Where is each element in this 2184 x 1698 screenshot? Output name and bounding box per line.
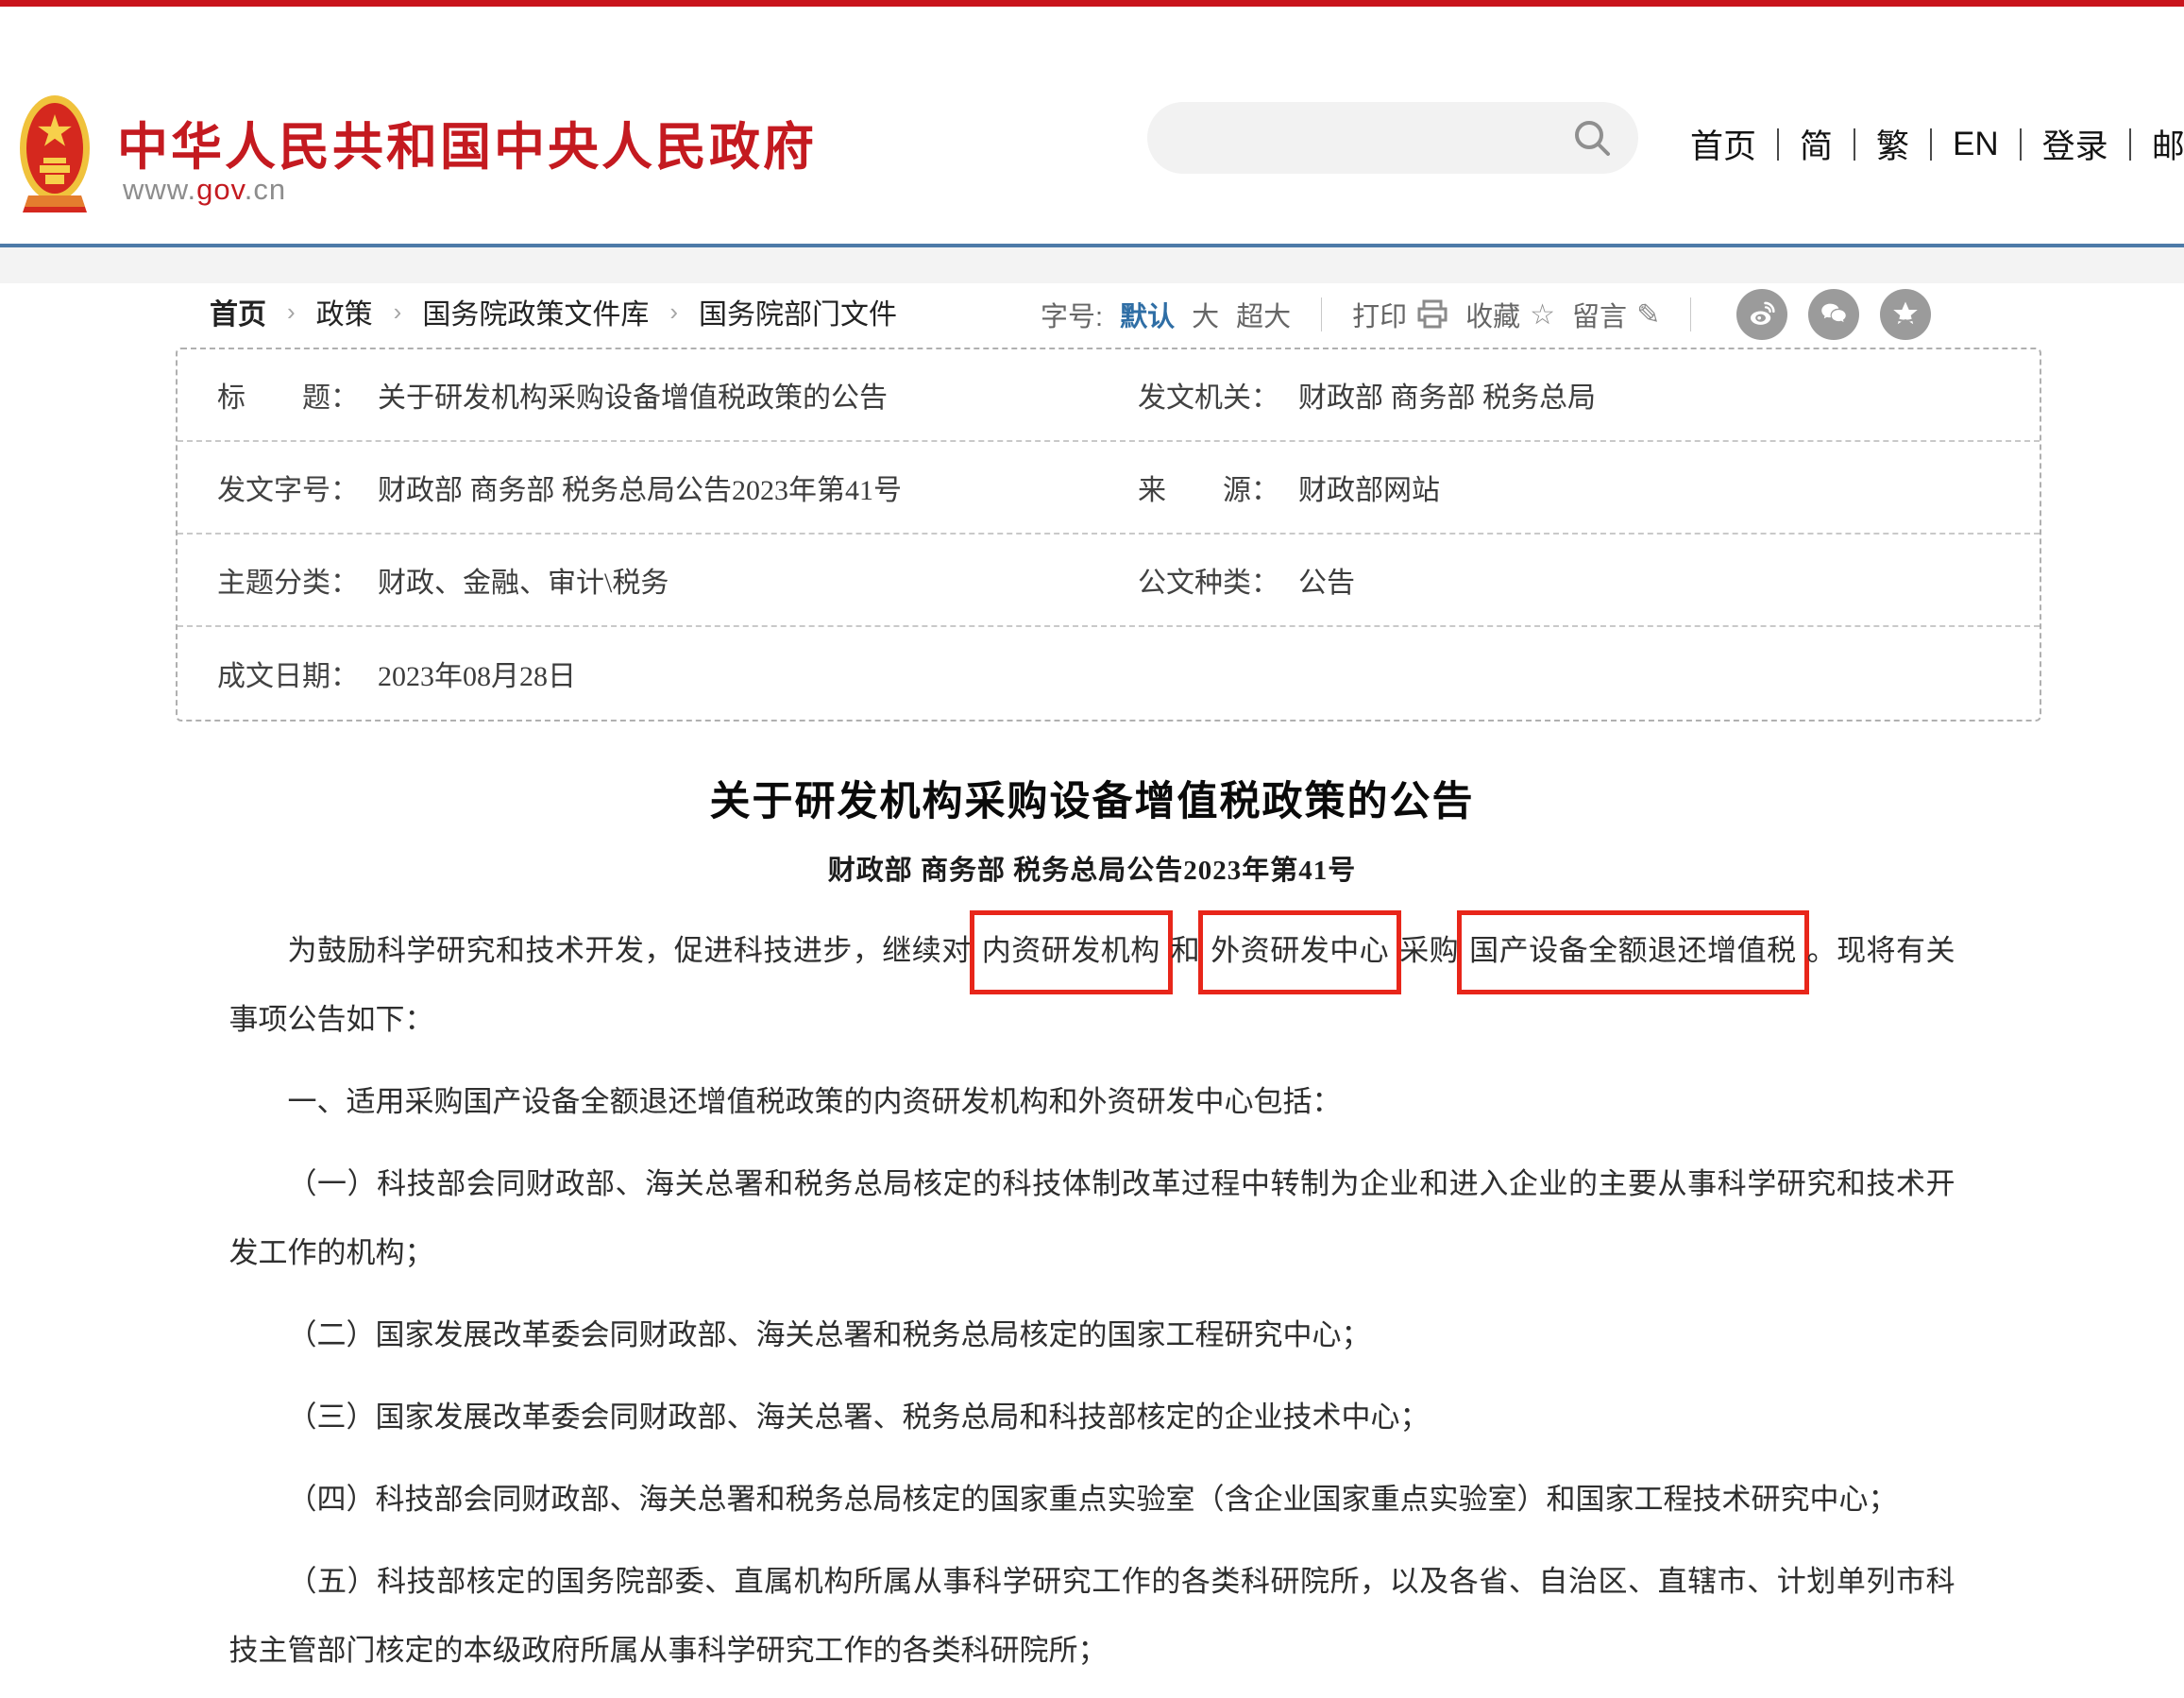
nav-item-traditional[interactable]: 繁	[1855, 120, 1930, 168]
meta-row-date: 成文日期： 2023年08月28日	[178, 627, 2040, 720]
font-size-label: 字号:	[1041, 295, 1103, 334]
meta-label-date: 成文日期：	[217, 653, 359, 694]
highlight-vat-refund: 国产设备全额退还增值税	[1457, 910, 1808, 994]
meta-value-date: 2023年08月28日	[378, 653, 576, 694]
star-icon: ☆	[1530, 298, 1555, 331]
font-size-xlarge-button[interactable]: 超大	[1236, 295, 1291, 334]
meta-row-title: 标 题： 关于研发机构采购设备增值税政策的公告 发文机关： 财政部 商务部 税务…	[178, 349, 2040, 442]
body-paragraph-6: （五）科技部核定的国务院部委、直属机构所属从事科学研究工作的各类科研院所，以及各…	[229, 1547, 1955, 1685]
toolbar-separator	[1690, 297, 1691, 331]
qzone-icon[interactable]	[1880, 289, 1931, 340]
meta-label-doc-type: 公文种类：	[1138, 559, 1279, 601]
nav-item-simplified[interactable]: 简	[1779, 120, 1854, 168]
document-subtitle: 财政部 商务部 税务总局公告2023年第41号	[0, 848, 2184, 888]
document-body: 为鼓励科学研究和技术开发，促进科技进步，继续对内资研发机构和外资研发中心采购国产…	[229, 916, 1955, 1685]
national-emblem-icon	[19, 93, 91, 224]
chevron-right-icon: ›	[287, 297, 296, 327]
font-size-default-button[interactable]: 默认	[1120, 295, 1175, 334]
print-button[interactable]: 打印	[1352, 295, 1448, 334]
site-url-gov: gov	[196, 173, 245, 206]
share-icons-group	[1736, 289, 1931, 340]
meta-label-title: 标 题：	[217, 374, 359, 416]
breadcrumb-toolbar-row: 首页 › 政策 › 国务院政策文件库 › 国务院部门文件 字号: 默认 大 超大…	[0, 280, 2184, 338]
nav-item-english[interactable]: EN	[1932, 126, 2020, 163]
search-icon[interactable]	[1570, 116, 1614, 160]
document-toolbar: 字号: 默认 大 超大 打印 收藏 ☆ 留言 ✎	[1041, 289, 1931, 340]
body-paragraph-3: （二）国家发展改革委会同财政部、海关总署和税务总局核定的国家工程研究中心；	[229, 1300, 1955, 1369]
font-size-large-button[interactable]: 大	[1192, 295, 1219, 334]
intro-text: 采购	[1399, 934, 1459, 967]
weibo-icon[interactable]	[1736, 289, 1787, 340]
breadcrumb-item-policy-library[interactable]: 国务院政策文件库	[422, 291, 649, 332]
meta-label-issuing-agency: 发文机关：	[1138, 374, 1279, 416]
top-nav: 首页 简 繁 EN 登录 邮箱	[1669, 120, 2184, 168]
nav-item-login[interactable]: 登录	[2022, 120, 2129, 168]
meta-value-doc-type: 公告	[1298, 559, 1355, 601]
intro-paragraph: 为鼓励科学研究和技术开发，促进科技进步，继续对内资研发机构和外资研发中心采购国产…	[229, 916, 1955, 1054]
meta-value-category: 财政、金融、审计\税务	[378, 559, 669, 601]
comment-button[interactable]: 留言 ✎	[1572, 295, 1660, 334]
nav-item-home[interactable]: 首页	[1669, 120, 1777, 168]
article: 关于研发机构采购设备增值税政策的公告 财政部 商务部 税务总局公告2023年第4…	[0, 756, 2184, 1698]
top-red-bar	[0, 0, 2184, 7]
highlight-foreign-rd-centers: 外资研发中心	[1198, 910, 1401, 994]
printer-icon	[1416, 299, 1448, 330]
highlight-domestic-rd-institutions: 内资研发机构	[970, 910, 1173, 994]
breadcrumb-item-policy[interactable]: 政策	[316, 291, 373, 332]
site-url: www.gov.cn	[123, 173, 286, 207]
print-label: 打印	[1352, 295, 1407, 334]
site-title: 中华人民共和国中央人民政府	[117, 105, 817, 179]
meta-row-category: 主题分类： 财政、金融、审计\税务 公文种类： 公告	[178, 535, 2040, 627]
meta-value-source: 财政部网站	[1298, 467, 1440, 508]
body-paragraph-2: （一）科技部会同财政部、海关总署和税务总局核定的科技体制改革过程中转制为企业和进…	[229, 1149, 1955, 1287]
header-divider-band	[0, 247, 2184, 283]
site-url-post: .cn	[245, 173, 286, 206]
meta-value-title: 关于研发机构采购设备增值税政策的公告	[378, 374, 888, 416]
meta-row-doc-number: 发文字号： 财政部 商务部 税务总局公告2023年第41号 来 源： 财政部网站	[178, 442, 2040, 535]
body-paragraph-5: （四）科技部会同财政部、海关总署和税务总局核定的国家重点实验室（含企业国家重点实…	[229, 1465, 1955, 1534]
chevron-right-icon: ›	[669, 297, 678, 327]
wechat-icon[interactable]	[1808, 289, 1859, 340]
breadcrumb-item-home[interactable]: 首页	[210, 291, 266, 332]
breadcrumb-item-department-docs[interactable]: 国务院部门文件	[699, 291, 897, 332]
body-paragraph-4: （三）国家发展改革委会同财政部、海关总署、税务总局和科技部核定的企业技术中心；	[229, 1383, 1955, 1452]
site-header: 中华人民共和国中央人民政府 www.gov.cn 首页 简 繁 EN 登录 邮箱	[0, 7, 2184, 244]
document-meta-table: 标 题： 关于研发机构采购设备增值税政策的公告 发文机关： 财政部 商务部 税务…	[176, 348, 2041, 722]
meta-label-doc-number: 发文字号：	[217, 467, 359, 508]
search-box	[1147, 102, 1638, 174]
chevron-right-icon: ›	[394, 297, 402, 327]
meta-label-category: 主题分类：	[217, 559, 359, 601]
toolbar-separator	[1321, 297, 1322, 331]
favorite-button[interactable]: 收藏 ☆	[1465, 295, 1555, 334]
favorite-label: 收藏	[1465, 295, 1520, 334]
search-input[interactable]	[1176, 102, 1572, 174]
site-url-pre: www.	[123, 173, 196, 206]
document-title: 关于研发机构采购设备增值税政策的公告	[0, 769, 2184, 827]
intro-text: 和	[1171, 934, 1201, 967]
meta-value-issuing-agency: 财政部 商务部 税务总局	[1298, 374, 1596, 416]
breadcrumb: 首页 › 政策 › 国务院政策文件库 › 国务院部门文件	[210, 291, 897, 332]
pencil-icon: ✎	[1636, 298, 1660, 331]
nav-item-mail[interactable]: 邮箱	[2131, 120, 2184, 168]
intro-text: 为鼓励科学研究和技术开发，促进科技进步，继续对	[288, 934, 972, 967]
meta-value-doc-number: 财政部 商务部 税务总局公告2023年第41号	[378, 467, 902, 508]
meta-label-source: 来 源：	[1138, 467, 1279, 508]
comment-label: 留言	[1572, 295, 1627, 334]
body-paragraph-1: 一、适用采购国产设备全额退还增值税政策的内资研发机构和外资研发中心包括：	[229, 1067, 1955, 1136]
